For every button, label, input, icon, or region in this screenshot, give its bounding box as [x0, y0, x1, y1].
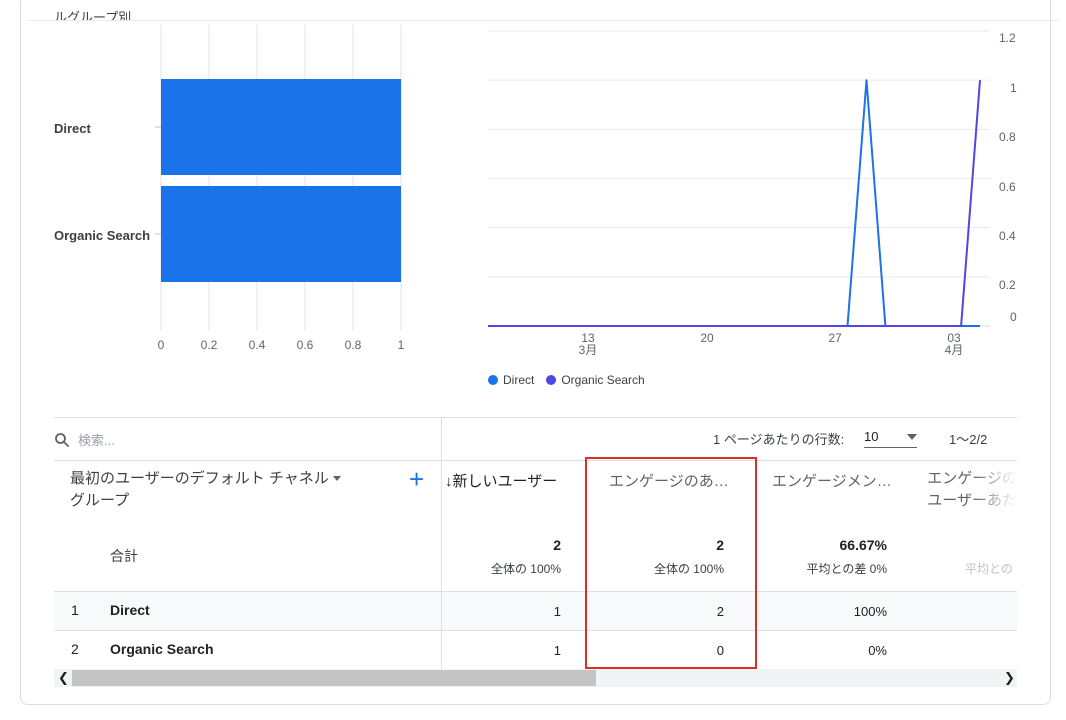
line-x-tick: 27 — [828, 331, 842, 345]
line-y-tick: 1 — [1010, 81, 1017, 95]
row-engagement-rate: 0% — [868, 643, 887, 658]
row-new-users: 1 — [553, 604, 561, 619]
column-header-engagement-rate[interactable]: エンゲージメン… — [772, 470, 892, 491]
line-y-tick: 0.6 — [999, 180, 1016, 194]
row-dimension-value: Organic Search — [110, 641, 214, 657]
bar-x-tick: 0 — [157, 338, 165, 352]
legend-item-organic-search[interactable]: Organic Search — [546, 373, 645, 387]
line-chart — [488, 30, 990, 327]
row-divider-v — [441, 630, 442, 669]
scroll-right-icon[interactable]: ❯ — [1004, 670, 1015, 686]
line-series-direct[interactable] — [488, 79, 980, 327]
line-x-tick: 20 — [700, 331, 714, 345]
line-x-tick: 13 3月 — [578, 331, 598, 357]
bar-direct[interactable] — [161, 79, 401, 175]
dropdown-arrow-icon — [332, 476, 341, 482]
scroll-left-icon[interactable]: ❮ — [58, 670, 69, 686]
search-input[interactable]: 検索... — [78, 430, 115, 449]
bar-organic-search[interactable] — [161, 186, 401, 282]
bar-chart — [155, 25, 402, 330]
row-engagement-rate: 100% — [853, 604, 887, 619]
bar-label-organic-search: Organic Search — [54, 228, 151, 243]
line-series-organic-search[interactable] — [488, 80, 981, 327]
column-highlight-box — [585, 457, 757, 669]
line-y-tick: 0 — [1010, 310, 1017, 324]
bar-x-tick: 0.8 — [344, 338, 362, 352]
line-x-tick: 03 4月 — [944, 331, 964, 357]
total-engagement-rate-diff: 平均との差 0% — [806, 562, 887, 576]
bar-label-direct: Direct — [54, 121, 91, 136]
column-header-new-users[interactable]: ↓新しいユーザー — [445, 470, 557, 491]
column-header-partial[interactable]: エンゲージの ユーザーあた — [905, 468, 1017, 512]
rows-per-page-label: 1 ページあたりの行数: — [713, 432, 845, 447]
row-dimension-value: Direct — [110, 602, 150, 618]
bar-x-tick: 0.4 — [248, 338, 266, 352]
add-dimension-icon[interactable]: + — [409, 464, 424, 494]
toolbar-divider — [54, 460, 1017, 461]
total-partial-diff: 平均との — [965, 562, 1013, 576]
row-index: 2 — [71, 641, 79, 657]
legend-dot-icon — [546, 375, 557, 385]
rows-per-page-select[interactable]: 10 — [864, 426, 917, 448]
row-index: 1 — [71, 602, 79, 618]
bar-x-tick: 0.6 — [296, 338, 314, 352]
legend-dot-icon — [488, 375, 498, 385]
line-y-tick: 0.8 — [999, 130, 1016, 144]
dimension-header[interactable]: 最初のユーザーのデフォルト チャネル グループ — [70, 468, 350, 512]
line-y-tick: 0.4 — [999, 229, 1016, 243]
line-y-tick: 1.2 — [999, 31, 1016, 45]
totals-label: 合計 — [110, 548, 138, 564]
line-y-tick: 0.2 — [999, 278, 1016, 292]
scrollbar-thumb[interactable] — [72, 670, 596, 686]
section-title: ルグループ別 — [54, 10, 132, 20]
chart-legend: Direct Organic Search — [488, 373, 651, 387]
dropdown-arrow-icon — [907, 433, 917, 440]
legend-item-direct[interactable]: Direct — [488, 373, 534, 387]
bar-x-tick: 0.2 — [200, 338, 218, 352]
bar-x-tick: 1 — [397, 338, 405, 352]
pagination-range: 1～2/2 — [949, 432, 988, 447]
search-icon — [55, 432, 69, 447]
total-new-users: 2 — [553, 537, 561, 553]
total-engagement-rate: 66.67% — [839, 537, 887, 553]
search-bar[interactable]: 検索... — [54, 430, 115, 449]
total-new-users-share: 全体の 100% — [490, 562, 561, 576]
row-new-users: 1 — [553, 643, 561, 658]
table-top-border — [54, 417, 1017, 418]
